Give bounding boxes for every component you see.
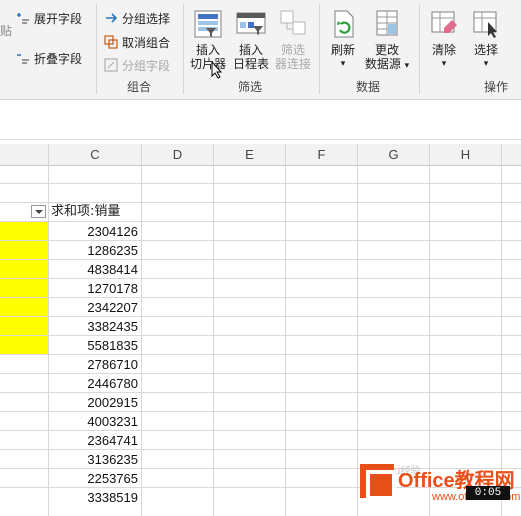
insert-slicer-label-1: 插入 bbox=[195, 43, 220, 57]
expand-field-label: 展开字段 bbox=[34, 11, 83, 26]
insert-timeline-label-1: 插入 bbox=[238, 43, 263, 57]
table-cell-value[interactable]: 2342207 bbox=[49, 298, 140, 317]
group-field-icon bbox=[104, 58, 118, 72]
group-field-button[interactable]: 分组字段 bbox=[104, 55, 170, 75]
group-label-actions: 操作 bbox=[484, 80, 509, 94]
change-data-source-button[interactable]: 更改 数据源 ▾ bbox=[364, 8, 410, 73]
collapse-field-button[interactable]: 折叠字段 bbox=[16, 48, 82, 68]
expand-field-icon bbox=[16, 11, 30, 25]
select-dropdown-arrow: ▾ bbox=[483, 59, 489, 69]
insert-timeline-button[interactable]: 插入 日程表 bbox=[232, 8, 270, 71]
arrow-right-icon bbox=[104, 11, 118, 25]
ungroup-button[interactable]: 取消组合 bbox=[104, 32, 170, 52]
table-cell-value[interactable]: 2002915 bbox=[49, 393, 140, 412]
paste-partial-label[interactable]: 贴 bbox=[0, 20, 12, 40]
group-label-data: 数据 bbox=[356, 80, 381, 94]
change-data-source-label-2: 数据源 ▾ bbox=[364, 57, 410, 71]
group-separator bbox=[183, 4, 184, 94]
change-data-source-label-1: 更改 bbox=[374, 43, 399, 57]
ungroup-label: 取消组合 bbox=[122, 35, 171, 50]
collapse-field-label: 折叠字段 bbox=[34, 51, 83, 66]
gridline bbox=[285, 166, 286, 516]
insert-timeline-label-2: 日程表 bbox=[232, 57, 269, 71]
table-cell-value[interactable]: 5581835 bbox=[49, 336, 140, 355]
group-label-combine: 组合 bbox=[127, 80, 152, 94]
table-cell-value[interactable]: 2364741 bbox=[49, 431, 140, 450]
video-timecode: 0:05 bbox=[466, 486, 510, 500]
group-separator bbox=[96, 4, 97, 94]
timeline-icon bbox=[235, 8, 267, 40]
column-header-e[interactable]: E bbox=[214, 144, 286, 166]
filter-connections-label-1: 筛选 bbox=[280, 43, 305, 57]
select-label: 选择 bbox=[473, 43, 498, 57]
pivot-filter-dropdown-button[interactable] bbox=[31, 205, 46, 218]
column-header-row: C D E F G H bbox=[0, 144, 521, 166]
column-header-d[interactable]: D bbox=[142, 144, 214, 166]
table-cell-value[interactable]: 3338519 bbox=[49, 488, 140, 507]
office-logo-icon bbox=[360, 464, 396, 500]
table-cell-value[interactable]: 4838414 bbox=[49, 260, 140, 279]
clear-icon bbox=[428, 8, 460, 40]
ungroup-icon bbox=[104, 35, 118, 49]
refresh-button[interactable]: 刷新 ▾ bbox=[326, 8, 360, 71]
ribbon: 贴 展开字段 折叠字段 分组选择 取消组合 分组字段 组合 插入 切片器 插入 … bbox=[0, 0, 521, 100]
column-header-f[interactable]: F bbox=[286, 144, 358, 166]
column-header-h[interactable]: H bbox=[430, 144, 502, 166]
table-cell-value[interactable]: 1270178 bbox=[49, 279, 140, 298]
group-field-label: 分组字段 bbox=[122, 58, 171, 73]
gridline bbox=[213, 166, 214, 516]
group-selection-button[interactable]: 分组选择 bbox=[104, 8, 170, 28]
clear-label: 清除 bbox=[431, 43, 456, 57]
table-cell-value[interactable]: 4003231 bbox=[49, 412, 140, 431]
clear-dropdown-arrow: ▾ bbox=[441, 59, 447, 69]
pivot-value-header[interactable]: 求和项:销量 bbox=[49, 202, 141, 221]
column-header-g[interactable]: G bbox=[358, 144, 430, 166]
slicer-icon bbox=[192, 8, 224, 40]
filter-connections-label-2: 器连接 bbox=[274, 57, 311, 71]
collapse-field-icon bbox=[16, 51, 30, 65]
table-cell-value[interactable]: 1286235 bbox=[49, 241, 140, 260]
group-selection-label: 分组选择 bbox=[122, 11, 171, 26]
filter-connections-button[interactable]: 筛选 器连接 bbox=[274, 8, 312, 71]
clear-button[interactable]: 清除 ▾ bbox=[428, 8, 460, 71]
select-icon bbox=[470, 8, 502, 40]
refresh-label: 刷新 bbox=[330, 43, 355, 57]
change-data-source-icon bbox=[371, 8, 403, 40]
column-header-c[interactable]: C bbox=[49, 144, 142, 166]
expand-field-button[interactable]: 展开字段 bbox=[16, 8, 82, 28]
blank-formula-area bbox=[0, 100, 521, 140]
table-cell-value[interactable]: 2253765 bbox=[49, 469, 140, 488]
table-cell-value[interactable]: 2304126 bbox=[49, 222, 140, 241]
table-cell-value[interactable]: 3136235 bbox=[49, 450, 140, 469]
table-cell-value[interactable]: 2786710 bbox=[49, 355, 140, 374]
group-label-filter: 筛选 bbox=[238, 80, 263, 94]
filter-connections-icon bbox=[277, 8, 309, 40]
refresh-dropdown-arrow: ▾ bbox=[340, 59, 346, 69]
gridline bbox=[0, 183, 521, 184]
refresh-icon bbox=[327, 8, 359, 40]
select-button[interactable]: 选择 ▾ bbox=[470, 8, 502, 71]
gridline bbox=[141, 166, 142, 516]
group-separator bbox=[419, 4, 420, 94]
table-cell-value[interactable]: 3382435 bbox=[49, 317, 140, 336]
table-cell-value[interactable]: 2446780 bbox=[49, 374, 140, 393]
column-header-partial[interactable] bbox=[0, 144, 49, 166]
group-separator bbox=[319, 4, 320, 94]
